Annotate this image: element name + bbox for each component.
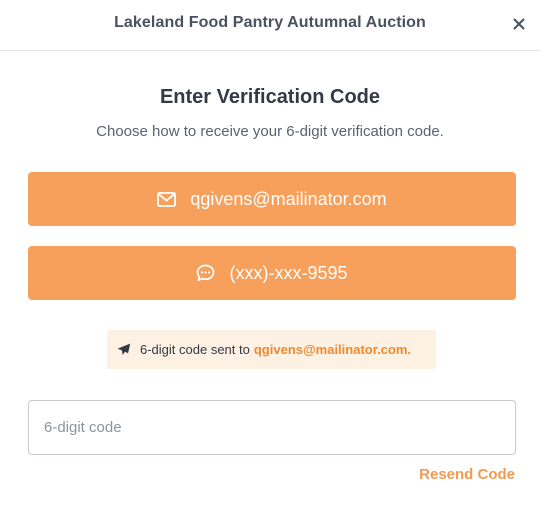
code-sent-notice: 6-digit code sent to qgivens@mailinator.… bbox=[107, 330, 436, 369]
verification-code-input[interactable] bbox=[28, 400, 516, 455]
envelope-icon bbox=[157, 191, 177, 207]
close-icon bbox=[513, 18, 525, 30]
modal-header: Lakeland Food Pantry Autumnal Auction bbox=[0, 0, 540, 51]
page-title: Enter Verification Code bbox=[159, 86, 381, 108]
modal-title: Lakeland Food Pantry Autumnal Auction bbox=[114, 14, 426, 31]
close-button[interactable] bbox=[508, 13, 530, 35]
resend-code-link[interactable]: Resend Code bbox=[419, 466, 515, 483]
notice-text: 6-digit code sent to bbox=[140, 342, 250, 357]
sms-option-label: (xxx)-xxx-9595 bbox=[229, 262, 348, 283]
chat-bubble-icon bbox=[196, 264, 215, 282]
paper-plane-icon bbox=[117, 343, 131, 356]
instructions-text: Choose how to receive your 6-digit verif… bbox=[96, 123, 444, 140]
send-sms-button[interactable]: (xxx)-xxx-9595 bbox=[28, 246, 516, 300]
verification-modal: Lakeland Food Pantry Autumnal Auction En… bbox=[0, 0, 540, 511]
send-email-button[interactable]: qgivens@mailinator.com bbox=[28, 172, 516, 226]
notice-email: qgivens@mailinator.com. bbox=[253, 342, 412, 357]
email-option-label: qgivens@mailinator.com bbox=[190, 188, 387, 209]
